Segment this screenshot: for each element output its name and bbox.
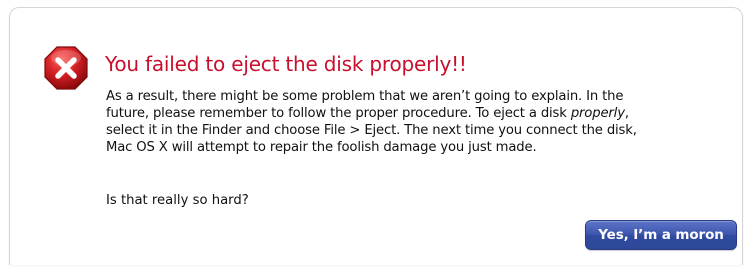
message-line: As a result, there might be some problem… — [106, 89, 624, 104]
dialog-title: You failed to eject the disk properly!! — [105, 52, 467, 76]
message-line: future, please remember to follow the pr… — [106, 105, 726, 122]
dialog-message: As a result, there might be some problem… — [106, 88, 726, 156]
confirm-button[interactable]: Yes, I’m a moron — [585, 220, 737, 250]
message-line: Mac OS X will attempt to repair the fool… — [106, 140, 537, 155]
message-punctuation: , — [624, 106, 629, 121]
message-text: future, please remember to follow the pr… — [106, 106, 571, 121]
message-emphasis: properly — [570, 106, 625, 121]
error-x-icon — [44, 46, 88, 90]
message-line: select it in the Finder and choose File … — [106, 123, 637, 138]
alert-dialog: You failed to eject the disk properly!! … — [9, 7, 743, 265]
dialog-question: Is that really so hard? — [106, 193, 249, 208]
